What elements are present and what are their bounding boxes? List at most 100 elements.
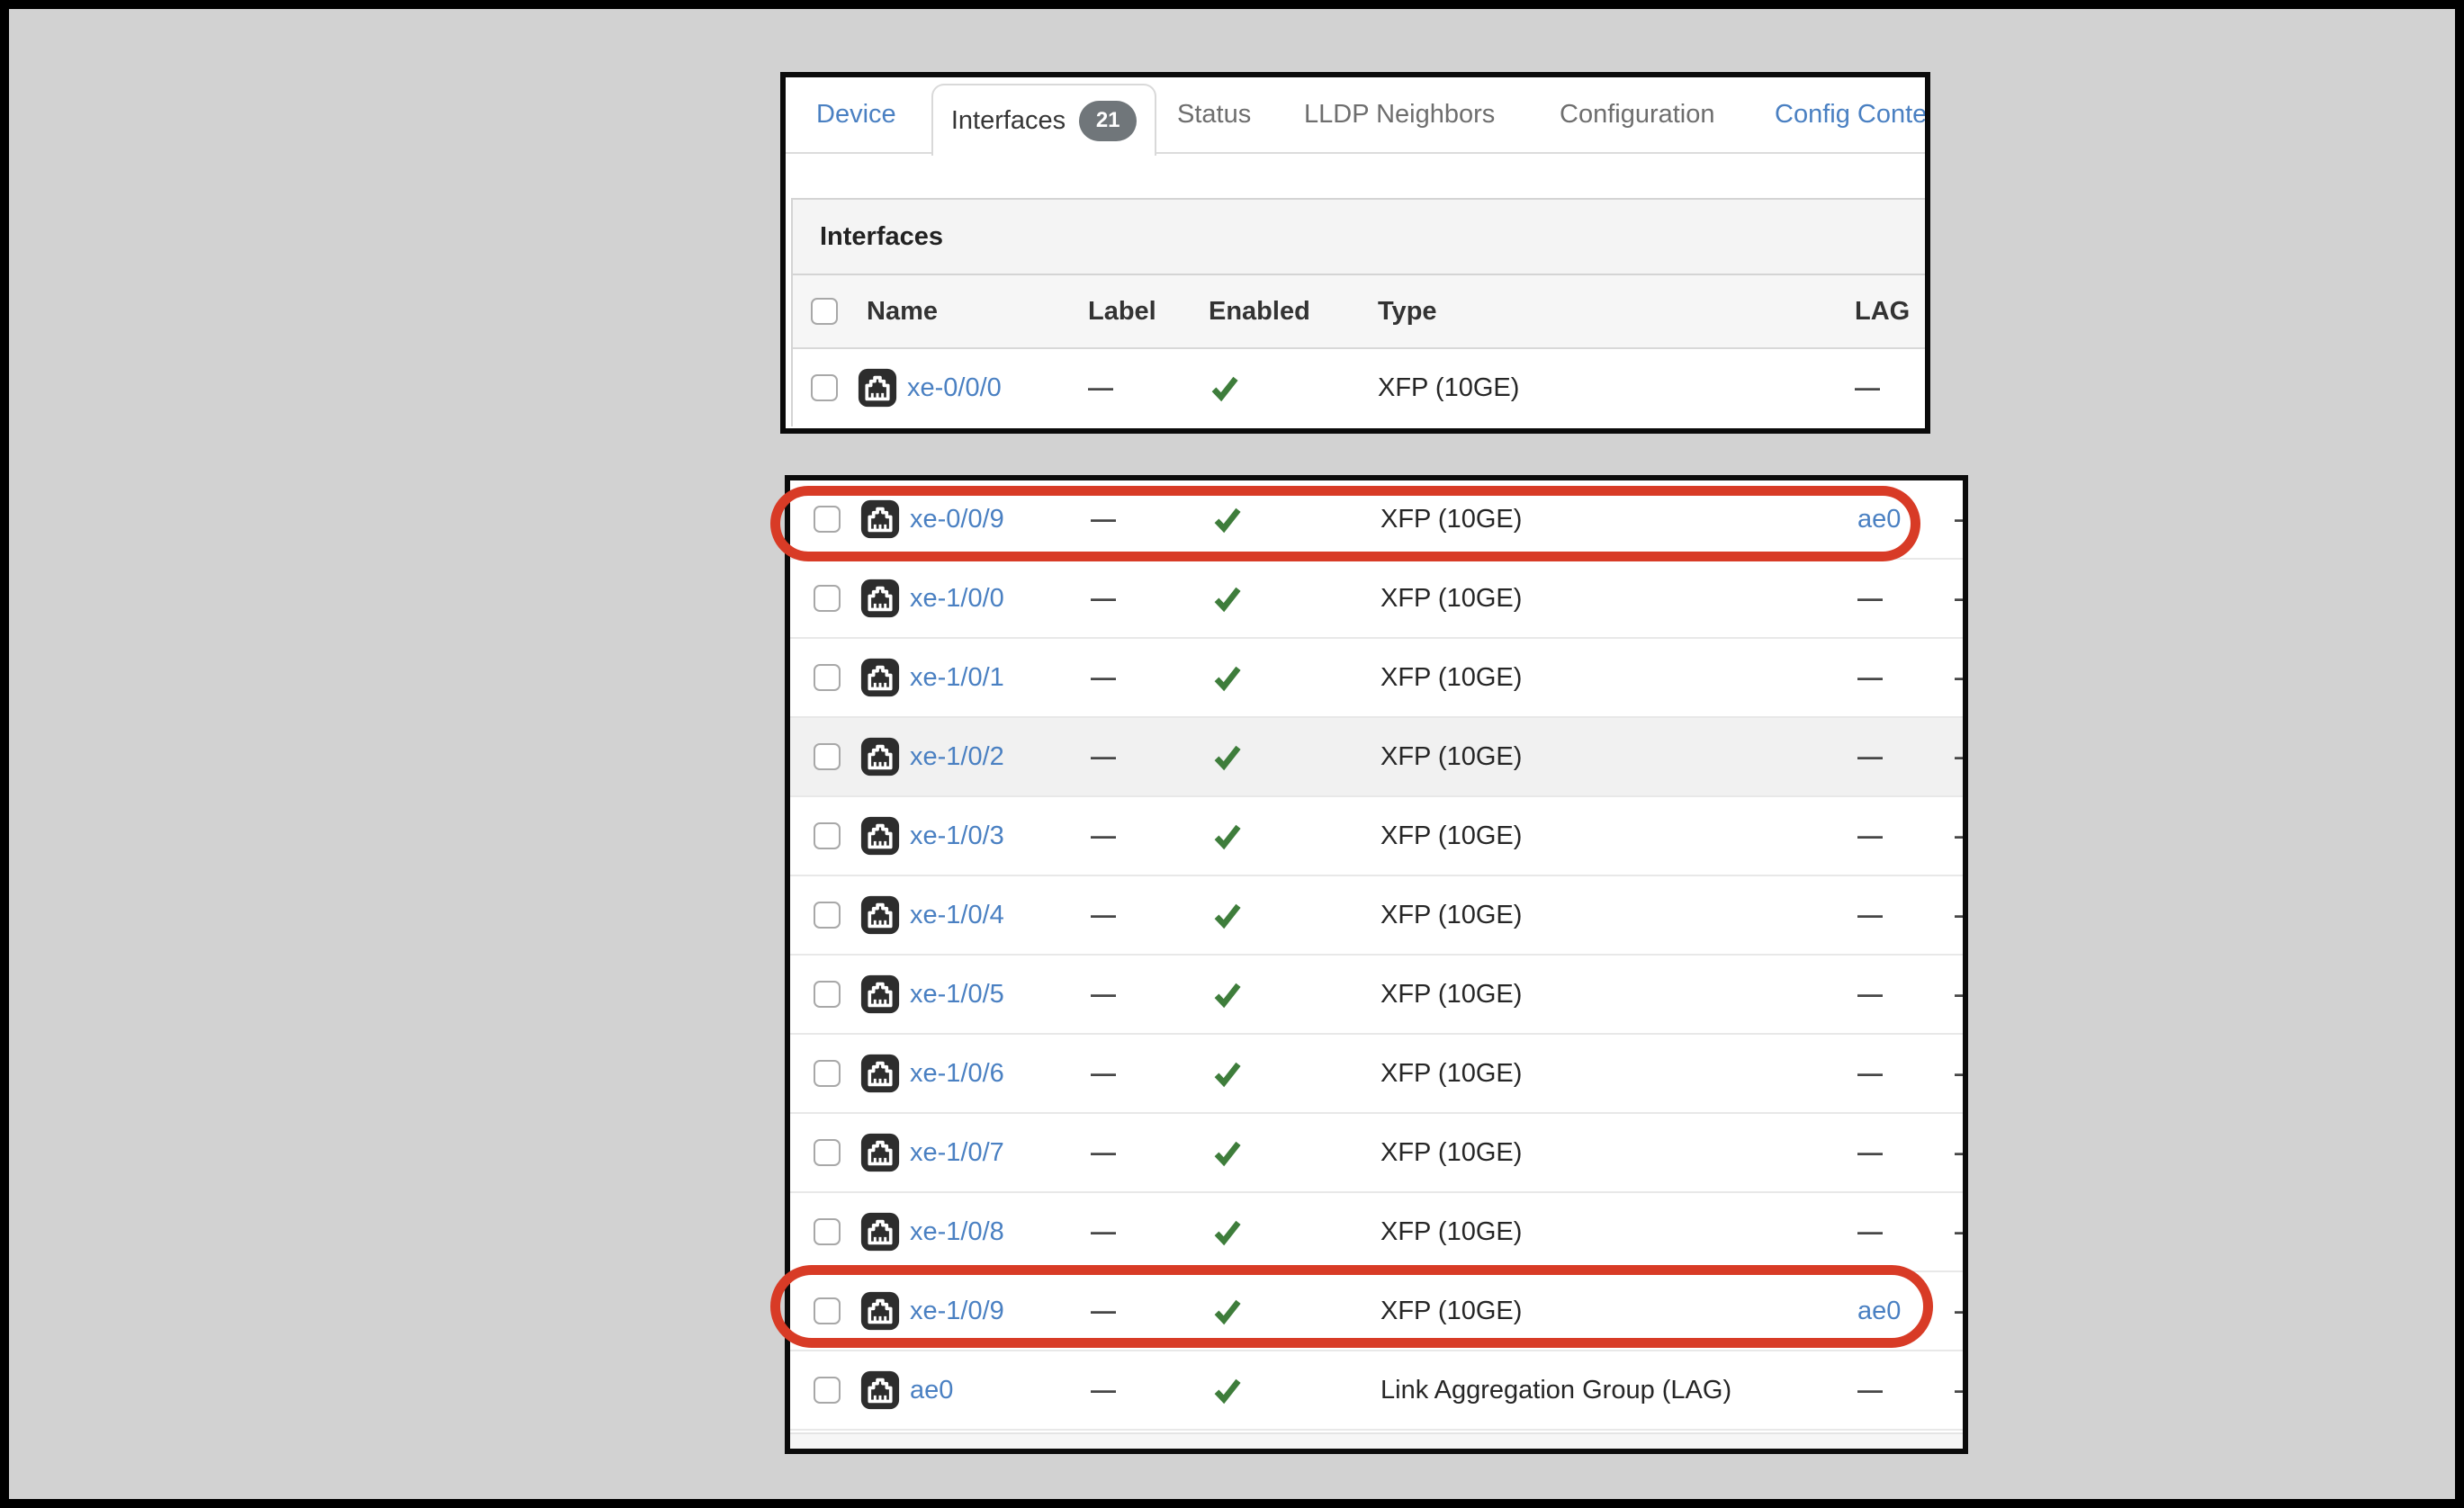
clipped-column-dash: — (1955, 980, 1968, 1009)
interface-link[interactable]: xe-1/0/0 (910, 584, 1004, 614)
row-checkbox[interactable] (814, 664, 841, 691)
column-header-label: Label (1088, 275, 1156, 347)
lag-empty-dash: — (1857, 742, 1883, 771)
interface-link[interactable]: xe-1/0/3 (910, 821, 1004, 851)
table-row: xe-1/0/8—XFP (10GE)—— (790, 1193, 1963, 1272)
label-empty-dash: — (1091, 901, 1116, 929)
interface-type-icon-cell (860, 1035, 900, 1112)
row-checkbox[interactable] (814, 1377, 841, 1404)
label-empty-dash: — (1091, 742, 1116, 771)
interface-name-cell: xe-1/0/9 (910, 1272, 1004, 1350)
row-checkbox[interactable] (814, 506, 841, 533)
row-checkbox[interactable] (814, 981, 841, 1008)
row-checkbox[interactable] (814, 1297, 841, 1324)
clipped-column-cell: — (1955, 1035, 1968, 1112)
interface-type-icon-cell (860, 1193, 900, 1270)
lag-link[interactable]: ae0 (1857, 1297, 1901, 1326)
lag-cell: — (1857, 1035, 1883, 1112)
interface-name-cell: xe-1/0/5 (910, 956, 1004, 1033)
check-icon (1211, 661, 1244, 694)
select-all-checkbox[interactable] (811, 298, 838, 325)
label-cell: — (1091, 1351, 1116, 1429)
tab-status[interactable]: Status (1177, 77, 1251, 152)
row-checkbox[interactable] (814, 822, 841, 849)
interface-type-icon-cell (860, 1272, 900, 1350)
interface-type-icon-cell (860, 560, 900, 637)
row-checkbox[interactable] (811, 374, 838, 401)
lag-empty-dash: — (1857, 980, 1883, 1009)
clipped-column-dash: — (1955, 901, 1968, 929)
interface-type-icon-cell (860, 480, 900, 558)
interface-link[interactable]: xe-1/0/7 (910, 1138, 1004, 1168)
tab-interfaces-label: Interfaces (951, 106, 1066, 136)
column-header-enabled: Enabled (1209, 275, 1310, 347)
type-cell: XFP (10GE) (1378, 349, 1519, 426)
interface-link[interactable]: ae0 (910, 1376, 953, 1405)
check-icon (1211, 741, 1244, 773)
enabled-cell (1211, 956, 1244, 1033)
row-checkbox[interactable] (814, 1218, 841, 1245)
table-row: xe-1/0/4—XFP (10GE)—— (790, 876, 1963, 956)
row-checkbox[interactable] (814, 1060, 841, 1087)
label-cell: — (1091, 797, 1116, 875)
interface-type-text: XFP (10GE) (1378, 373, 1519, 403)
tab-interfaces[interactable]: Interfaces 21 (931, 84, 1156, 156)
label-empty-dash: — (1091, 505, 1116, 534)
clipped-column-cell: — (1955, 956, 1968, 1033)
label-cell: — (1091, 876, 1116, 954)
ethernet-port-icon (860, 1370, 900, 1410)
table-body-bottom: xe-0/0/9 — XFP (10GE) ae0 — xe-1/0/0 — XFP (10G… (790, 480, 1963, 1431)
label-empty-dash: — (1091, 980, 1116, 1009)
enabled-cell (1211, 718, 1244, 795)
interface-type-icon-cell (860, 797, 900, 875)
label-cell: — (1091, 956, 1116, 1033)
clipped-column-cell: — (1955, 560, 1968, 637)
label-empty-dash: — (1091, 821, 1116, 850)
clipped-column-dash: — (1955, 742, 1968, 771)
interface-link[interactable]: xe-0/0/0 (907, 373, 1002, 403)
interfaces-card: Interfaces Name Label Enabled Type LAG x… (791, 198, 1930, 426)
interface-name-cell: xe-1/0/6 (910, 1035, 1004, 1112)
interface-name-cell: xe-0/0/0 (907, 349, 1002, 426)
interfaces-count-badge: 21 (1079, 101, 1137, 141)
check-icon (1209, 372, 1241, 404)
table-row: xe-1/0/1—XFP (10GE)—— (790, 639, 1963, 718)
interface-link[interactable]: xe-1/0/8 (910, 1217, 1004, 1247)
interface-name-cell: xe-1/0/4 (910, 876, 1004, 954)
tab-configuration[interactable]: Configuration (1560, 77, 1715, 152)
check-icon (1211, 503, 1244, 535)
row-checkbox[interactable] (814, 743, 841, 770)
interface-link[interactable]: xe-1/0/9 (910, 1297, 1004, 1326)
row-checkbox[interactable] (814, 585, 841, 612)
label-empty-dash: — (1088, 373, 1113, 402)
interface-link[interactable]: xe-1/0/4 (910, 901, 1004, 930)
column-header-name: Name (867, 275, 938, 347)
row-checkbox[interactable] (814, 902, 841, 929)
row-select-cell (814, 480, 841, 558)
row-select-cell (814, 639, 841, 716)
ethernet-port-icon (860, 658, 900, 697)
interface-name-cell: xe-1/0/7 (910, 1114, 1004, 1191)
tab-config-contexts[interactable]: Config Conte (1775, 77, 1927, 152)
type-cell: XFP (10GE) (1380, 1035, 1522, 1112)
table-row: xe-1/0/9—XFP (10GE)ae0— (790, 1272, 1963, 1351)
lag-empty-dash: — (1857, 663, 1883, 692)
tab-device[interactable]: Device (816, 77, 896, 152)
interface-link[interactable]: xe-1/0/2 (910, 742, 1004, 772)
lag-link[interactable]: ae0 (1857, 505, 1901, 534)
enabled-cell (1211, 1272, 1244, 1350)
row-select-cell (814, 956, 841, 1033)
type-cell: XFP (10GE) (1380, 718, 1522, 795)
screenshot-frame: Device Interfaces 21 Status LLDP Neighbo… (0, 0, 2464, 1508)
row-checkbox[interactable] (814, 1139, 841, 1166)
interface-link[interactable]: xe-0/0/9 (910, 505, 1004, 534)
interface-link[interactable]: xe-1/0/5 (910, 980, 1004, 1010)
table-row: xe-1/0/2—XFP (10GE)—— (790, 718, 1963, 797)
interface-link[interactable]: xe-1/0/6 (910, 1059, 1004, 1089)
label-empty-dash: — (1091, 663, 1116, 692)
table-row: xe-1/0/7—XFP (10GE)—— (790, 1114, 1963, 1193)
interface-type-text: XFP (10GE) (1380, 1217, 1522, 1247)
interface-link[interactable]: xe-1/0/1 (910, 663, 1004, 693)
tab-lldp-neighbors[interactable]: LLDP Neighbors (1304, 77, 1495, 152)
clipped-column-dash: — (1955, 663, 1968, 692)
